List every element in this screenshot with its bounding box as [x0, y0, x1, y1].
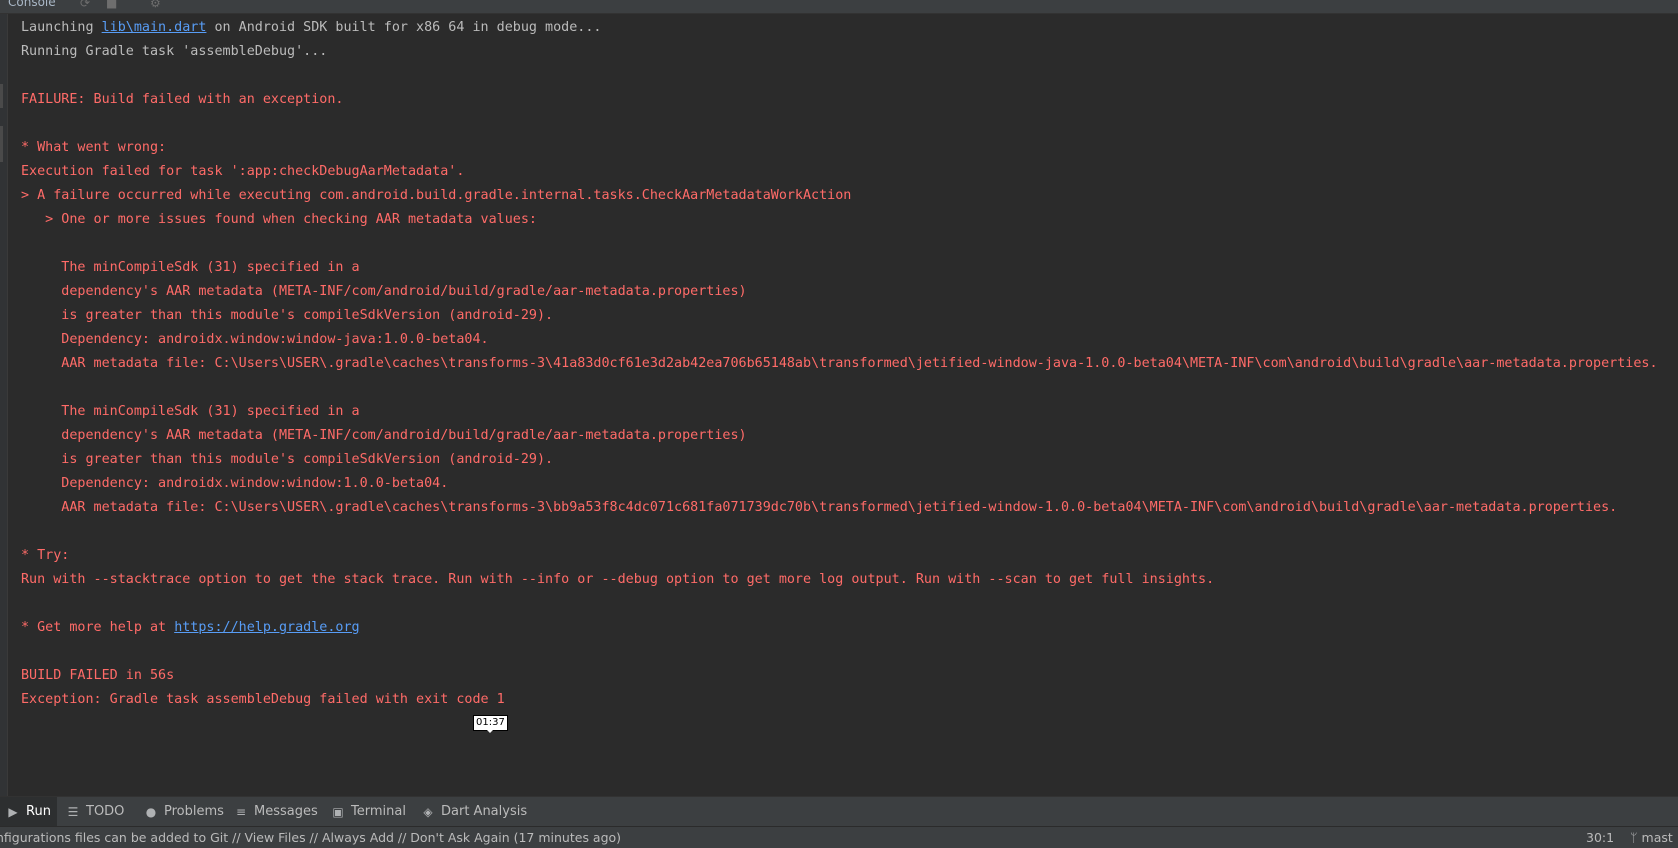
- console-text: * Try:: [21, 548, 70, 563]
- console-text: Dependency: androidx.window:window:1.0.0…: [21, 476, 449, 491]
- tool-tab-label: TODO: [86, 804, 125, 819]
- console-text: Execution failed for task ':app:checkDeb…: [21, 164, 465, 179]
- console-line: dependency's AAR metadata (META-INF/com/…: [21, 280, 1678, 304]
- rerun-icon[interactable]: ⟳: [80, 0, 90, 10]
- console-line: The minCompileSdk (31) specified in a: [21, 256, 1678, 280]
- console-text: Launching: [21, 20, 102, 35]
- console-text: > A failure occurred while executing com…: [21, 188, 852, 203]
- tool-tab-label: Terminal: [351, 804, 406, 819]
- console-text: dependency's AAR metadata (META-INF/com/…: [21, 428, 747, 443]
- settings-icon[interactable]: ⚙: [150, 0, 161, 10]
- branch-name: mast: [1641, 830, 1673, 845]
- console-line: > A failure occurred while executing com…: [21, 184, 1678, 208]
- console-text: Run with --stacktrace option to get the …: [21, 572, 1215, 587]
- gutter-marker: [0, 84, 3, 108]
- console-text: Dependency: androidx.window:window-java:…: [21, 332, 489, 347]
- console-gutter: [0, 14, 8, 796]
- problems-icon: ●: [145, 804, 157, 819]
- tool-tab-label: Dart Analysis: [441, 804, 528, 819]
- console-text: dependency's AAR metadata (META-INF/com/…: [21, 284, 747, 299]
- gutter-marker: [0, 126, 3, 162]
- console-text: on Android SDK built for x86 64 in debug…: [206, 20, 602, 35]
- git-branch-widget[interactable]: ᛘ mast: [1630, 830, 1673, 845]
- console-text: BUILD FAILED in 56s: [21, 668, 175, 683]
- console-line: Launching lib\main.dart on Android SDK b…: [21, 16, 1678, 40]
- status-bar: nfigurations files can be added to Git /…: [0, 826, 1678, 848]
- console-line: Exception: Gradle task assembleDebug fai…: [21, 688, 1678, 712]
- tool-tab-todo[interactable]: ☰ TODO: [60, 797, 130, 826]
- run-console-header: Console ⟳ ■ ⚙: [0, 0, 1678, 14]
- tool-tab-terminal[interactable]: ▣ Terminal: [325, 797, 412, 826]
- terminal-icon: ▣: [332, 804, 344, 819]
- status-message[interactable]: nfigurations files can be added to Git /…: [0, 830, 621, 845]
- console-line: Dependency: androidx.window:window:1.0.0…: [21, 472, 1678, 496]
- console-text: AAR metadata file: C:\Users\USER\.gradle…: [21, 356, 1658, 371]
- console-line: * Get more help at https://help.gradle.o…: [21, 616, 1678, 640]
- console-line: Running Gradle task 'assembleDebug'...: [21, 40, 1678, 64]
- run-icon: ▶: [8, 804, 18, 819]
- console-line: Execution failed for task ':app:checkDeb…: [21, 160, 1678, 184]
- console-text: * What went wrong:: [21, 140, 167, 155]
- list-icon: ☰: [67, 804, 79, 819]
- console-line: BUILD FAILED in 56s: [21, 664, 1678, 688]
- console-text: * Get more help at: [21, 620, 175, 635]
- console-line: is greater than this module's compileSdk…: [21, 448, 1678, 472]
- console-line: dependency's AAR metadata (META-INF/com/…: [21, 424, 1678, 448]
- tool-tab-problems[interactable]: ● Problems: [138, 797, 230, 826]
- tool-tab-messages[interactable]: ≡ Messages: [228, 797, 324, 826]
- console-line: Dependency: androidx.window:window-java:…: [21, 328, 1678, 352]
- tooltip-pointer: [486, 729, 494, 733]
- branch-icon: ᛘ: [1630, 830, 1638, 845]
- console-line: The minCompileSdk (31) specified in a: [21, 400, 1678, 424]
- console-line: * Try:: [21, 544, 1678, 568]
- console-text: The minCompileSdk (31) specified in a: [21, 260, 360, 275]
- console-line: * What went wrong:: [21, 136, 1678, 160]
- console-link[interactable]: lib\main.dart: [102, 20, 207, 35]
- tool-window-bar: ▶ Run ☰ TODO ● Problems ≡ Messages ▣ Terminal ◈ Dar…: [0, 796, 1678, 826]
- stop-icon[interactable]: ■: [106, 0, 117, 10]
- console-text: FAILURE: Build failed with an exception.: [21, 92, 344, 107]
- console-line: > One or more issues found when checking…: [21, 208, 1678, 232]
- console-text: The minCompileSdk (31) specified in a: [21, 404, 360, 419]
- console-line: AAR metadata file: C:\Users\USER\.gradle…: [21, 496, 1678, 520]
- messages-icon: ≡: [235, 804, 247, 819]
- console-text: AAR metadata file: C:\Users\USER\.gradle…: [21, 500, 1618, 515]
- tool-tab-run[interactable]: ▶ Run: [0, 797, 57, 826]
- console-output[interactable]: Launching lib\main.dart on Android SDK b…: [21, 16, 1678, 712]
- tool-tab-label: Messages: [254, 804, 318, 819]
- console-text: is greater than this module's compileSdk…: [21, 308, 554, 323]
- console-line: Run with --stacktrace option to get the …: [21, 568, 1678, 592]
- console-text: Running Gradle task 'assembleDebug'...: [21, 44, 328, 59]
- console-text: > One or more issues found when checking…: [21, 212, 537, 227]
- caret-position[interactable]: 30:1: [1586, 830, 1614, 845]
- tool-tab-label: Run: [26, 804, 51, 819]
- tool-tab-dart-analysis[interactable]: ◈ Dart Analysis: [415, 797, 533, 826]
- console-text: Exception: Gradle task assembleDebug fai…: [21, 692, 505, 707]
- console-link[interactable]: https://help.gradle.org: [174, 620, 359, 635]
- dart-icon: ◈: [423, 804, 433, 819]
- console-line: is greater than this module's compileSdk…: [21, 304, 1678, 328]
- console-line: FAILURE: Build failed with an exception.: [21, 88, 1678, 112]
- tool-tab-label: Problems: [164, 804, 224, 819]
- console-tab[interactable]: Console: [8, 0, 56, 9]
- console-line: AAR metadata file: C:\Users\USER\.gradle…: [21, 352, 1678, 376]
- console-text: is greater than this module's compileSdk…: [21, 452, 554, 467]
